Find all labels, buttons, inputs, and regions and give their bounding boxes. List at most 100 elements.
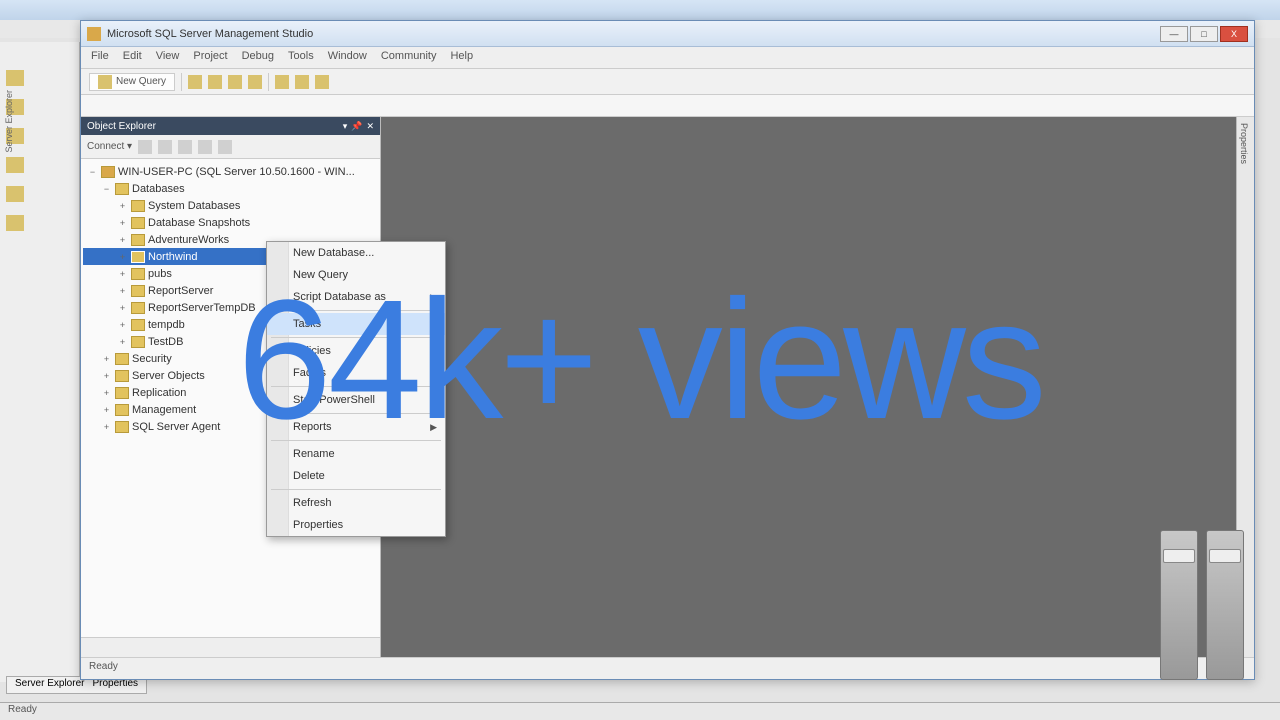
ssms-window: Microsoft SQL Server Management Studio —… [80,20,1255,680]
database-icon [131,336,145,348]
new-query-icon [98,75,112,89]
submenu-arrow-icon: ▶ [430,292,437,303]
new-query-button[interactable]: New Query [89,73,175,91]
volume-thumb[interactable] [1209,549,1241,563]
context-menu-item[interactable]: Properties [267,514,445,536]
folder-icon[interactable] [6,70,24,86]
properties-label: Properties [1237,117,1251,170]
pin-icon[interactable]: 📌 [351,121,362,132]
toolbar-icon[interactable] [138,140,152,154]
toolbar-separator [268,73,269,91]
menu-window[interactable]: Window [328,50,367,65]
submenu-arrow-icon: ▶ [430,422,437,433]
menu-view[interactable]: View [156,50,180,65]
ssms-title: Microsoft SQL Server Management Studio [107,28,313,40]
object-explorer-titlebar[interactable]: Object Explorer ▾ 📌 ✕ [81,117,380,135]
context-menu-separator [271,337,441,338]
tree-snapshots-node[interactable]: +Database Snapshots [83,214,378,231]
ssms-document-area: Properties [381,117,1254,657]
ssms-toolbar: New Query [81,69,1254,95]
folder-icon [115,387,129,399]
object-explorer-tab[interactable] [81,637,380,657]
toolbar-icon[interactable] [208,75,222,89]
toolbar-icon[interactable] [188,75,202,89]
object-explorer-toolbar: Connect ▾ [81,135,380,159]
database-icon [131,319,145,331]
tree-databases-node[interactable]: −Databases [83,180,378,197]
menu-debug[interactable]: Debug [242,50,274,65]
context-menu-item[interactable]: Script Database as▶ [267,286,445,308]
context-menu-item[interactable]: Facets [267,362,445,384]
volume-popup[interactable] [1160,530,1260,680]
close-button[interactable]: X [1220,26,1248,42]
maximize-button[interactable]: □ [1190,26,1218,42]
ssms-body: Object Explorer ▾ 📌 ✕ Connect ▾ −WIN-USE… [81,117,1254,657]
database-icon [131,251,145,263]
menu-project[interactable]: Project [193,50,227,65]
context-menu-item[interactable]: Delete [267,465,445,487]
ssms-toolbar-2 [81,95,1254,117]
vs-left-label[interactable]: Server Explorer [0,86,18,157]
toolbar-icon[interactable] [275,75,289,89]
vs-status-bar: Ready [0,702,1280,720]
volume-thumb[interactable] [1163,549,1195,563]
tree-sysdb-node[interactable]: +System Databases [83,197,378,214]
ssms-titlebar[interactable]: Microsoft SQL Server Management Studio —… [81,21,1254,47]
connect-button[interactable]: Connect ▾ [87,141,132,152]
folder-icon [115,370,129,382]
tree-server-node[interactable]: −WIN-USER-PC (SQL Server 10.50.1600 - WI… [83,163,378,180]
database-icon [131,268,145,280]
toolbar-separator [181,73,182,91]
toolbar-icon[interactable] [248,75,262,89]
volume-track[interactable] [1206,530,1244,680]
server-icon [101,166,115,178]
context-menu-separator [271,310,441,311]
context-menu-separator [271,440,441,441]
context-menu-item[interactable]: Tasks▶ [267,313,445,335]
folder-icon[interactable] [6,215,24,231]
toolbar-icon[interactable] [158,140,172,154]
context-menu-item[interactable]: New Database... [267,242,445,264]
context-menu-separator [271,413,441,414]
toolbar-icon[interactable] [228,75,242,89]
refresh-icon[interactable] [198,140,212,154]
context-menu-item[interactable]: Reports▶ [267,416,445,438]
object-explorer-title: Object Explorer [87,121,156,132]
menu-tools[interactable]: Tools [288,50,314,65]
menu-community[interactable]: Community [381,50,437,65]
context-menu-item[interactable]: Rename [267,443,445,465]
minimize-button[interactable]: — [1160,26,1188,42]
filter-icon[interactable] [218,140,232,154]
submenu-arrow-icon: ▶ [430,319,437,330]
folder-icon[interactable] [6,157,24,173]
vs-left-panel: Server Explorer [0,42,80,682]
dropdown-icon[interactable]: ▾ [343,121,348,132]
vs-tab-server-explorer[interactable]: Server Explorer [15,678,84,692]
volume-track[interactable] [1160,530,1198,680]
folder-icon[interactable] [6,186,24,202]
menu-file[interactable]: File [91,50,109,65]
vs-titlebar [0,0,1280,20]
context-menu-item[interactable]: Refresh [267,492,445,514]
menu-help[interactable]: Help [450,50,473,65]
ssms-status-bar: Ready [81,657,1254,679]
database-icon [131,234,145,246]
toolbar-icon[interactable] [178,140,192,154]
ssms-menubar: File Edit View Project Debug Tools Windo… [81,47,1254,69]
toolbar-icon[interactable] [315,75,329,89]
toolbar-icon[interactable] [295,75,309,89]
context-menu-item[interactable]: New Query [267,264,445,286]
context-menu-item[interactable]: Start PowerShell [267,389,445,411]
close-icon[interactable]: ✕ [366,121,374,132]
folder-icon [131,200,145,212]
context-menu: New Database...New QueryScript Database … [266,241,446,537]
context-menu-item[interactable]: Policies▶ [267,340,445,362]
menu-edit[interactable]: Edit [123,50,142,65]
folder-icon [115,183,129,195]
folder-icon [115,421,129,433]
vs-tab-properties[interactable]: Properties [92,678,138,692]
folder-icon [131,217,145,229]
database-icon [131,285,145,297]
submenu-arrow-icon: ▶ [430,346,437,357]
database-icon [131,302,145,314]
